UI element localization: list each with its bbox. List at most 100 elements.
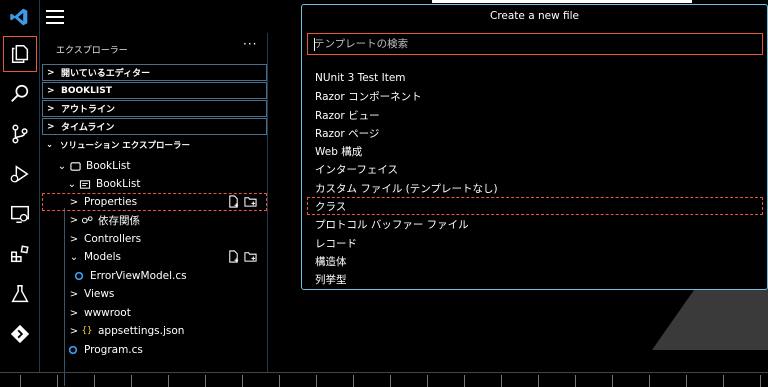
status-tick (94, 375, 95, 387)
tree-item-dependencies[interactable]: > 依存関係 (42, 211, 267, 229)
template-item[interactable]: Razor ビュー (307, 106, 763, 124)
new-file-icon[interactable] (227, 195, 240, 208)
status-tick (316, 375, 317, 387)
tree-item-views[interactable]: > Views (42, 285, 267, 303)
tree-item-errorviewmodel[interactable]: ErrorViewModel.cs (42, 267, 267, 285)
tree-item-label: wwwroot (84, 307, 131, 319)
tree-item-label: Properties (84, 196, 138, 208)
status-tick (131, 375, 132, 387)
menu-icon[interactable] (46, 10, 64, 24)
testing-icon[interactable] (0, 276, 40, 312)
status-tick (427, 375, 428, 387)
section-label: ソリューション エクスプローラー (60, 140, 191, 151)
tree-item-label: Views (84, 288, 115, 300)
section-open-editors[interactable]: > 開いているエディター (42, 64, 267, 81)
template-item[interactable]: インターフェイス (307, 160, 763, 178)
chevron-right-icon: > (47, 85, 55, 96)
template-item[interactable]: Web 構成 (307, 142, 763, 160)
new-file-icon[interactable] (227, 250, 240, 263)
status-tick (649, 375, 650, 387)
chevron-down-icon: ⌄ (57, 160, 67, 172)
solution-icon (68, 160, 82, 172)
tree-item-appsettings[interactable]: > {} appsettings.json (42, 322, 267, 340)
template-item[interactable]: 列挙型 (307, 270, 763, 286)
dependencies-icon (80, 214, 94, 226)
tree-item-program[interactable]: Program.cs (42, 341, 267, 359)
status-tick (20, 375, 21, 387)
tree-item-label: Program.cs (84, 344, 143, 356)
csharp-file-icon (66, 344, 80, 356)
template-item[interactable]: プロトコル バッファー ファイル (307, 215, 763, 233)
tree-item-wwwroot[interactable]: > wwwroot (42, 304, 267, 322)
status-tick (612, 375, 613, 387)
status-tick (575, 375, 576, 387)
more-actions-icon[interactable]: ··· (243, 37, 257, 51)
status-tick (723, 375, 724, 387)
tree-item-label: BookList (86, 160, 131, 172)
status-tick (538, 375, 539, 387)
status-tick (686, 375, 687, 387)
json-file-icon: {} (81, 326, 93, 336)
tree-item-label: BookList (96, 178, 141, 190)
tree-item-label: ErrorViewModel.cs (90, 270, 187, 282)
section-booklist[interactable]: > BOOKLIST (42, 82, 267, 99)
status-tick (279, 375, 280, 387)
explorer-sidebar: エクスプローラー ··· > 開いているエディター > BOOKLIST > ア… (40, 33, 268, 386)
chevron-right-icon: > (47, 103, 55, 114)
section-label: タイムライン (61, 123, 115, 133)
status-tick (242, 375, 243, 387)
template-search-input[interactable] (307, 33, 763, 55)
tree-item-properties[interactable]: > Properties (42, 193, 267, 211)
chevron-down-icon: ⌄ (46, 139, 54, 150)
chevron-down-icon: ⌄ (67, 178, 77, 190)
text-cursor (314, 38, 315, 51)
section-label: BOOKLIST (61, 85, 112, 96)
tree-item-label: appsettings.json (98, 325, 185, 337)
tree-item-label: 依存関係 (98, 214, 140, 227)
new-folder-icon[interactable] (244, 195, 257, 208)
tree-item-models[interactable]: ⌄ Models (42, 248, 267, 266)
search-icon[interactable] (0, 76, 40, 112)
quickpick-title: Create a new file (489, 10, 580, 22)
explorer-icon[interactable] (3, 36, 37, 72)
chevron-right-icon: > (69, 307, 79, 319)
template-item[interactable]: NUnit 3 Test Item (307, 69, 763, 87)
tree-item-controllers[interactable]: > Controllers (42, 230, 267, 248)
status-bar (0, 373, 768, 387)
section-label: 開いているエディター (61, 69, 151, 79)
template-item[interactable]: Razor コンポーネント (307, 87, 763, 105)
activity-bar (0, 0, 40, 372)
status-tick (464, 375, 465, 387)
status-tick (390, 375, 391, 387)
git-lens-icon[interactable] (0, 316, 40, 352)
status-tick (760, 375, 761, 387)
tree-item-project[interactable]: ⌄ BookList (42, 175, 267, 193)
template-item[interactable]: カスタム ファイル (テンプレートなし) (307, 179, 763, 197)
chevron-right-icon: > (69, 325, 79, 337)
chevron-right-icon: > (47, 121, 55, 132)
remote-explorer-icon[interactable] (0, 196, 40, 232)
status-tick (205, 375, 206, 387)
new-folder-icon[interactable] (244, 250, 257, 263)
section-solution-explorer[interactable]: ⌄ ソリューション エクスプローラー (42, 136, 267, 153)
extensions-icon[interactable] (0, 236, 40, 272)
tree-item-label: Controllers (84, 233, 142, 245)
tree-item-label: Models (84, 251, 121, 263)
title-bar-indicator (432, 0, 692, 3)
sidebar-title: エクスプローラー (56, 46, 128, 56)
section-label: アウトライン (61, 105, 116, 115)
template-list: NUnit 3 Test Item Razor コンポーネント Razor ビュ… (307, 58, 763, 286)
run-debug-icon[interactable] (0, 156, 40, 192)
section-timeline[interactable]: > タイムライン (42, 118, 267, 135)
template-item[interactable]: Razor ページ (307, 124, 763, 142)
tree-item-solution[interactable]: ⌄ BookList (42, 157, 267, 175)
new-file-quickpick: Create a new file NUnit 3 Test Item Razo… (301, 4, 768, 290)
template-item[interactable]: 構造体 (307, 252, 763, 270)
section-outline[interactable]: > アウトライン (42, 100, 267, 117)
status-tick (353, 375, 354, 387)
source-control-icon[interactable] (0, 116, 40, 152)
template-item-selected[interactable]: クラス (307, 197, 763, 215)
template-item[interactable]: レコード (307, 234, 763, 252)
status-tick (501, 375, 502, 387)
status-tick (168, 375, 169, 387)
